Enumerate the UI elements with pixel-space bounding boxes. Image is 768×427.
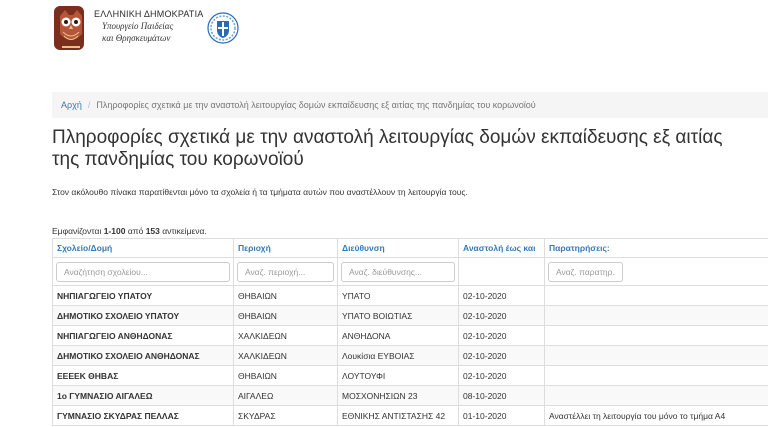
cell-school: ΝΗΠΙΑΓΩΓΕΙΟ ΑΝΘΗΔΟΝΑΣ <box>52 325 234 346</box>
filter-cell-until <box>458 257 545 286</box>
cell-school: ΔΗΜΟΤΙΚΟ ΣΧΟΛΕΙΟ ΑΝΘΗΔΟΝΑΣ <box>52 345 234 366</box>
results-summary: Εμφανίζονται 1-100 από 153 αντικείμενα. <box>52 226 207 236</box>
cell-address: ΛΟΥΤΟΥΦΙ <box>337 365 459 386</box>
filter-cell-school <box>52 257 234 286</box>
page-title: Πληροφορίες σχετικά με την αναστολή λειτ… <box>52 127 723 170</box>
cell-area: ΧΑΛΚΙΔΕΩΝ <box>233 345 338 366</box>
table-row: ΝΗΠΙΑΓΩΓΕΙΟ ΑΝΘΗΔΟΝΑΣ ΧΑΛΚΙΔΕΩΝ ΑΝΘΗΔΟΝΑ… <box>52 325 768 346</box>
cell-school: ΕΕΕΕΚ ΘΗΒΑΣ <box>52 365 234 386</box>
owl-logo-icon[interactable] <box>52 4 90 52</box>
ministry-line-1: ΕΛΛΗΝΙΚΗ ΔΗΜΟΚΡΑΤΙΑ <box>94 9 204 19</box>
greek-emblem-icon <box>207 12 239 44</box>
cell-area: ΘΗΒΑΙΩΝ <box>233 285 338 306</box>
cell-until: 08-10-2020 <box>458 385 545 406</box>
cell-notes <box>544 345 768 366</box>
cell-area: ΑΙΓΑΛΕΩ <box>233 385 338 406</box>
page-intro: Στον ακόλουθο πίνακα παρατίθενται μόνο τ… <box>52 187 468 197</box>
summary-prefix: Εμφανίζονται <box>52 226 104 236</box>
address-search-input[interactable] <box>341 261 455 282</box>
cell-notes <box>544 365 768 386</box>
filter-cell-area <box>233 257 338 286</box>
breadcrumb-home-link[interactable]: Αρχή <box>61 100 82 110</box>
table-header-row: Σχολείο/Δομή Περιοχή Διεύθυνση Αναστολή … <box>52 238 768 258</box>
cell-address: ΜΟΣΧΟΝΗΣΙΩΝ 23 <box>337 385 459 406</box>
area-search-input[interactable] <box>237 261 334 282</box>
cell-until: 02-10-2020 <box>458 305 545 326</box>
table-row: ΕΕΕΕΚ ΘΗΒΑΣ ΘΗΒΑΙΩΝ ΛΟΥΤΟΥΦΙ 02-10-2020 <box>52 365 768 386</box>
cell-until: 02-10-2020 <box>458 325 545 346</box>
column-header-until[interactable]: Αναστολή έως και <box>458 238 545 258</box>
filter-cell-notes <box>544 257 768 286</box>
cell-address: ΥΠΑΤΟ <box>337 285 459 306</box>
cell-address: Λουκίσια ΕΥΒΟΙΑΣ <box>337 345 459 366</box>
cell-school: ΝΗΠΙΑΓΩΓΕΙΟ ΥΠΑΤΟΥ <box>52 285 234 306</box>
column-header-school[interactable]: Σχολείο/Δομή <box>52 238 234 258</box>
cell-notes <box>544 325 768 346</box>
summary-mid: από <box>125 226 146 236</box>
cell-area: ΣΚΥΔΡΑΣ <box>233 405 338 426</box>
table-filter-row <box>52 257 768 286</box>
cell-notes: Αναστέλλει τη λειτουργία του μόνο το τμή… <box>544 405 768 426</box>
ministry-name: ΕΛΛΗΝΙΚΗ ΔΗΜΟΚΡΑΤΙΑ Υπουργείο Παιδείας κ… <box>94 8 204 44</box>
cell-school: 1ο ΓΥΜΝΑΣΙΟ ΑΙΓΑΛΕΩ <box>52 385 234 406</box>
column-header-notes[interactable]: Παρατηρήσεις: <box>544 238 768 258</box>
breadcrumb-current: Πληροφορίες σχετικά με την αναστολή λειτ… <box>96 100 536 110</box>
cell-until: 01-10-2020 <box>458 405 545 426</box>
cell-notes <box>544 305 768 326</box>
summary-range: 1-100 <box>103 226 126 236</box>
cell-notes <box>544 385 768 406</box>
cell-address: ΕΘΝΙΚΗΣ ΑΝΤΙΣΤΑΣΗΣ 42 <box>337 405 459 426</box>
cell-area: ΧΑΛΚΙΔΕΩΝ <box>233 325 338 346</box>
cell-school: ΓΥΜΝΑΣΙΟ ΣΚΥΔΡΑΣ ΠΕΛΛΑΣ <box>52 405 234 426</box>
table-row: ΓΥΜΝΑΣΙΟ ΣΚΥΔΡΑΣ ΠΕΛΛΑΣ ΣΚΥΔΡΑΣ ΕΘΝΙΚΗΣ … <box>52 405 768 426</box>
cell-notes <box>544 285 768 306</box>
table-row: ΔΗΜΟΤΙΚΟ ΣΧΟΛΕΙΟ ΥΠΑΤΟΥ ΘΗΒΑΙΩΝ ΥΠΑΤΟ ΒΟ… <box>52 305 768 326</box>
cell-school: ΔΗΜΟΤΙΚΟ ΣΧΟΛΕΙΟ ΥΠΑΤΟΥ <box>52 305 234 326</box>
ministry-line-3: και Θρησκευμάτων <box>102 33 171 43</box>
table-row: 1ο ΓΥΜΝΑΣΙΟ ΑΙΓΑΛΕΩ ΑΙΓΑΛΕΩ ΜΟΣΧΟΝΗΣΙΩΝ … <box>52 385 768 406</box>
cell-area: ΘΗΒΑΙΩΝ <box>233 305 338 326</box>
summary-suffix: αντικείμενα. <box>159 226 207 236</box>
cell-address: ΥΠΑΤΟ ΒΟΙΩΤΙΑΣ <box>337 305 459 326</box>
ministry-line-2: Υπουργείο Παιδείας <box>102 21 174 31</box>
filter-cell-address <box>337 257 459 286</box>
notes-search-input[interactable] <box>548 261 623 282</box>
school-search-input[interactable] <box>56 261 230 282</box>
schools-table: Σχολείο/Δομή Περιοχή Διεύθυνση Αναστολή … <box>52 238 768 426</box>
cell-until: 02-10-2020 <box>458 345 545 366</box>
breadcrumb: Αρχή / Πληροφορίες σχετικά με την αναστολή… <box>52 92 768 118</box>
cell-until: 02-10-2020 <box>458 285 545 306</box>
table-row: ΝΗΠΙΑΓΩΓΕΙΟ ΥΠΑΤΟΥ ΘΗΒΑΙΩΝ ΥΠΑΤΟ 02-10-2… <box>52 285 768 306</box>
column-header-area[interactable]: Περιοχή <box>233 238 338 258</box>
cell-until: 02-10-2020 <box>458 365 545 386</box>
site-header: ΕΛΛΗΝΙΚΗ ΔΗΜΟΚΡΑΤΙΑ Υπουργείο Παιδείας κ… <box>52 4 252 56</box>
table-row: ΔΗΜΟΤΙΚΟ ΣΧΟΛΕΙΟ ΑΝΘΗΔΟΝΑΣ ΧΑΛΚΙΔΕΩΝ Λου… <box>52 345 768 366</box>
summary-total: 153 <box>145 226 160 236</box>
column-header-address[interactable]: Διεύθυνση <box>337 238 459 258</box>
cell-area: ΘΗΒΑΙΩΝ <box>233 365 338 386</box>
breadcrumb-separator: / <box>87 100 91 110</box>
cell-address: ΑΝΘΗΔΟΝΑ <box>337 325 459 346</box>
